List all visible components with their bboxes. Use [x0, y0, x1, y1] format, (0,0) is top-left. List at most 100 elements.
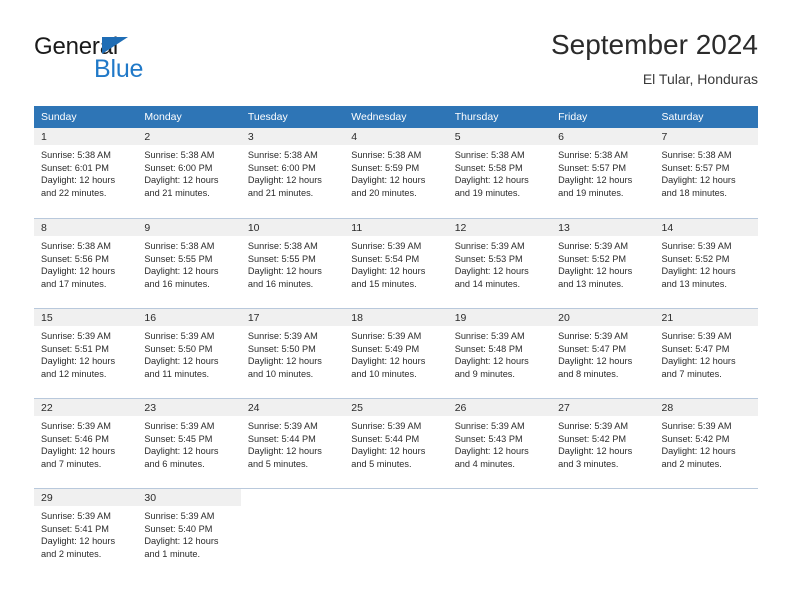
empty-cell	[551, 488, 655, 578]
calendar-header-row: Sunday Monday Tuesday Wednesday Thursday…	[34, 106, 758, 128]
sunrise-text: Sunrise: 5:39 AM	[351, 421, 422, 431]
weekday-header-wednesday: Wednesday	[344, 106, 448, 128]
day-number: 25	[344, 399, 448, 416]
daylight-text-line1: Daylight: 12 hours	[661, 356, 736, 367]
sunset-text: Sunset: 5:54 PM	[351, 253, 420, 264]
daylight-text-line1: Daylight: 12 hours	[351, 175, 426, 186]
sunset-text: Sunset: 5:52 PM	[558, 253, 627, 264]
day-cell-inner[interactable]: 12 Sunrise: 5:39 AM Sunset: 5:53 PM Dayligh…	[447, 218, 552, 308]
sunrise-text: Sunrise: 5:38 AM	[661, 150, 732, 160]
calendar-day-cell: 17 Sunrise: 5:39 AM Sunset: 5:50 PM Dayligh…	[240, 308, 345, 398]
day-cell-inner[interactable]: 13 Sunrise: 5:39 AM Sunset: 5:52 PM Dayligh…	[551, 218, 655, 308]
daylight-text-line1: Daylight: 12 hours	[144, 536, 219, 547]
daylight-text-line2: and 16 minutes.	[144, 278, 210, 289]
day-cell-inner[interactable]: 22 Sunrise: 5:39 AM Sunset: 5:46 PM Dayligh…	[34, 398, 138, 488]
day-number: 4	[344, 128, 448, 145]
day-details: Sunrise: 5:39 AM Sunset: 5:47 PM Daylight:…	[551, 326, 654, 380]
daylight-text-line1: Daylight: 12 hours	[558, 356, 633, 367]
daylight-text-line1: Daylight: 12 hours	[661, 175, 736, 186]
day-cell-inner[interactable]: 8 Sunrise: 5:38 AM Sunset: 5:56 PM Daylight…	[34, 218, 138, 308]
daylight-text-line2: and 10 minutes.	[351, 368, 417, 379]
day-cell-inner[interactable]: 27 Sunrise: 5:39 AM Sunset: 5:42 PM Dayligh…	[551, 398, 655, 488]
day-cell-inner[interactable]: 7 Sunrise: 5:38 AM Sunset: 5:57 PM Daylight…	[654, 128, 758, 218]
brand-name-blue: Blue	[94, 55, 144, 83]
day-cell-inner[interactable]: 29 Sunrise: 5:39 AM Sunset: 5:41 PM Dayligh…	[34, 488, 138, 578]
day-cell-inner[interactable]: 6 Sunrise: 5:38 AM Sunset: 5:57 PM Daylight…	[551, 128, 655, 218]
day-cell-inner[interactable]: 15 Sunrise: 5:39 AM Sunset: 5:51 PM Dayligh…	[34, 308, 138, 398]
daylight-text-line1: Daylight: 12 hours	[41, 446, 116, 457]
calendar-day-cell: 27 Sunrise: 5:39 AM Sunset: 5:42 PM Dayligh…	[551, 398, 655, 488]
day-number: 29	[34, 489, 138, 506]
day-cell-inner[interactable]: 23 Sunrise: 5:39 AM Sunset: 5:45 PM Dayligh…	[137, 398, 241, 488]
calendar-day-cell: 9 Sunrise: 5:38 AM Sunset: 5:55 PM Daylight…	[137, 218, 241, 308]
day-number: 15	[34, 309, 138, 326]
sunrise-text: Sunrise: 5:39 AM	[454, 421, 525, 431]
daylight-text-line1: Daylight: 12 hours	[247, 175, 322, 186]
page-header: General Blue September 2024 El Tular, Ho…	[34, 28, 758, 98]
day-cell-inner[interactable]: 30 Sunrise: 5:39 AM Sunset: 5:40 PM Dayligh…	[137, 488, 241, 578]
daylight-text-line2: and 2 minutes.	[661, 458, 722, 469]
daylight-text-line2: and 2 minutes.	[41, 548, 102, 559]
day-cell-inner[interactable]: 28 Sunrise: 5:39 AM Sunset: 5:42 PM Dayligh…	[654, 398, 758, 488]
day-cell-inner[interactable]: 17 Sunrise: 5:39 AM Sunset: 5:50 PM Dayligh…	[240, 308, 345, 398]
sunset-text: Sunset: 5:46 PM	[41, 433, 109, 444]
day-cell-inner[interactable]: 25 Sunrise: 5:39 AM Sunset: 5:44 PM Dayligh…	[344, 398, 448, 488]
sunrise-text: Sunrise: 5:39 AM	[247, 421, 318, 431]
day-details: Sunrise: 5:38 AM Sunset: 6:01 PM Daylight:…	[34, 145, 137, 199]
calendar-day-cell-empty	[344, 488, 448, 578]
daylight-text-line1: Daylight: 12 hours	[41, 356, 116, 367]
daylight-text-line2: and 10 minutes.	[247, 368, 314, 379]
daylight-text-line2: and 5 minutes.	[351, 458, 412, 469]
daylight-text-line1: Daylight: 12 hours	[144, 446, 219, 457]
sunset-text: Sunset: 5:47 PM	[558, 343, 627, 354]
day-number: 21	[654, 309, 758, 326]
day-cell-inner[interactable]: 4 Sunrise: 5:38 AM Sunset: 5:59 PM Daylight…	[344, 128, 448, 218]
day-cell-inner[interactable]: 5 Sunrise: 5:38 AM Sunset: 5:58 PM Daylight…	[447, 128, 552, 218]
day-cell-inner[interactable]: 18 Sunrise: 5:39 AM Sunset: 5:49 PM Dayligh…	[344, 308, 448, 398]
general-blue-logo[interactable]: General Blue	[34, 34, 234, 90]
sunrise-text: Sunrise: 5:39 AM	[351, 331, 422, 341]
sunrise-text: Sunrise: 5:38 AM	[41, 241, 111, 251]
weekday-header-thursday: Thursday	[447, 106, 552, 128]
day-details: Sunrise: 5:38 AM Sunset: 5:55 PM Daylight:…	[137, 236, 240, 290]
day-number: 18	[344, 309, 448, 326]
calendar-day-cell-empty	[551, 488, 655, 578]
day-cell-inner[interactable]: 19 Sunrise: 5:39 AM Sunset: 5:48 PM Dayligh…	[447, 308, 552, 398]
sunrise-text: Sunrise: 5:39 AM	[41, 421, 111, 431]
sunset-text: Sunset: 6:00 PM	[247, 162, 316, 173]
sunrise-text: Sunrise: 5:39 AM	[454, 241, 525, 251]
day-cell-inner[interactable]: 1 Sunrise: 5:38 AM Sunset: 6:01 PM Daylight…	[34, 128, 138, 218]
day-details: Sunrise: 5:39 AM Sunset: 5:46 PM Daylight:…	[34, 416, 137, 470]
day-cell-inner[interactable]: 9 Sunrise: 5:38 AM Sunset: 5:55 PM Daylight…	[137, 218, 241, 308]
sunrise-text: Sunrise: 5:39 AM	[661, 331, 732, 341]
daylight-text-line1: Daylight: 12 hours	[661, 266, 736, 277]
calendar-day-cell: 4 Sunrise: 5:38 AM Sunset: 5:59 PM Daylight…	[344, 128, 448, 218]
daylight-text-line1: Daylight: 12 hours	[41, 266, 116, 277]
day-cell-inner[interactable]: 3 Sunrise: 5:38 AM Sunset: 6:00 PM Daylight…	[240, 128, 345, 218]
daylight-text-line2: and 7 minutes.	[41, 458, 102, 469]
daylight-text-line2: and 11 minutes.	[144, 368, 210, 379]
day-cell-inner[interactable]: 2 Sunrise: 5:38 AM Sunset: 6:00 PM Daylight…	[137, 128, 241, 218]
sunrise-text: Sunrise: 5:38 AM	[41, 150, 111, 160]
daylight-text-line2: and 14 minutes.	[454, 278, 521, 289]
calendar-day-cell: 1 Sunrise: 5:38 AM Sunset: 6:01 PM Daylight…	[34, 128, 138, 218]
daylight-text-line2: and 13 minutes.	[558, 278, 624, 289]
day-cell-inner[interactable]: 10 Sunrise: 5:38 AM Sunset: 5:55 PM Dayligh…	[240, 218, 345, 308]
sunset-text: Sunset: 5:42 PM	[558, 433, 627, 444]
daylight-text-line2: and 22 minutes.	[41, 187, 107, 198]
day-cell-inner[interactable]: 14 Sunrise: 5:39 AM Sunset: 5:52 PM Dayligh…	[654, 218, 758, 308]
sunrise-text: Sunrise: 5:39 AM	[41, 331, 111, 341]
calendar-day-cell: 16 Sunrise: 5:39 AM Sunset: 5:50 PM Dayligh…	[137, 308, 241, 398]
day-details: Sunrise: 5:39 AM Sunset: 5:53 PM Daylight:…	[448, 236, 551, 290]
day-number: 30	[137, 489, 241, 506]
calendar-day-cell: 7 Sunrise: 5:38 AM Sunset: 5:57 PM Daylight…	[654, 128, 758, 218]
day-cell-inner[interactable]: 21 Sunrise: 5:39 AM Sunset: 5:47 PM Dayligh…	[654, 308, 758, 398]
day-number: 6	[551, 128, 655, 145]
day-cell-inner[interactable]: 20 Sunrise: 5:39 AM Sunset: 5:47 PM Dayligh…	[551, 308, 655, 398]
day-cell-inner[interactable]: 11 Sunrise: 5:39 AM Sunset: 5:54 PM Dayligh…	[344, 218, 448, 308]
sunrise-text: Sunrise: 5:38 AM	[454, 150, 525, 160]
day-cell-inner[interactable]: 26 Sunrise: 5:39 AM Sunset: 5:43 PM Dayligh…	[447, 398, 552, 488]
day-cell-inner[interactable]: 16 Sunrise: 5:39 AM Sunset: 5:50 PM Dayligh…	[137, 308, 241, 398]
day-cell-inner[interactable]: 24 Sunrise: 5:39 AM Sunset: 5:44 PM Dayligh…	[240, 398, 345, 488]
daylight-text-line1: Daylight: 12 hours	[558, 446, 633, 457]
